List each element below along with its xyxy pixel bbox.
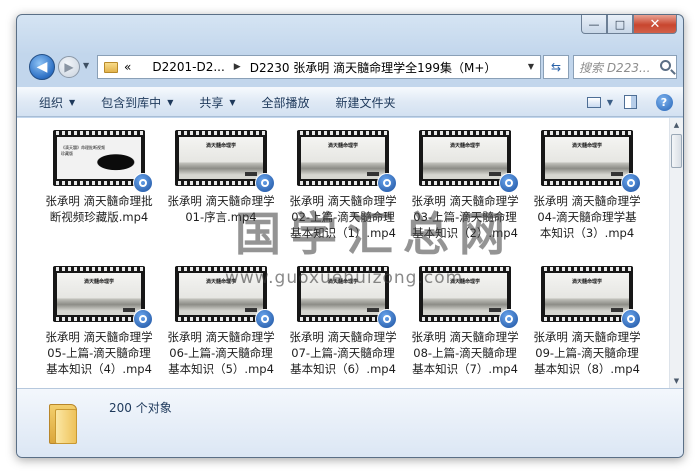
navigation-bar: ◀ ▶ ▼ « D2201-D2... ▶ D2230 张承明 滴天髓命理学全1… [17, 53, 683, 81]
share-label: 共享 [199, 95, 224, 110]
media-player-icon [621, 309, 641, 329]
search-icon[interactable] [660, 60, 671, 71]
minimize-button[interactable]: — [581, 15, 607, 34]
media-player-icon [499, 309, 519, 329]
play-all-button[interactable]: 全部播放 [262, 94, 310, 111]
share-menu[interactable]: 共享 ▼ [199, 94, 235, 111]
breadcrumb-chevron-icon[interactable]: ▶ [234, 62, 241, 72]
folder-icon [49, 404, 77, 444]
back-button[interactable]: ◀ [29, 54, 55, 80]
file-item[interactable]: 滴天髓命理学 张承明 滴天髓命理学09-上篇-滴天髓命理基本知识（8）.mp4 [533, 266, 641, 377]
caption-buttons: — □ ✕ [581, 15, 677, 34]
media-player-icon [255, 309, 275, 329]
watermark-url: www.guoxuehuizong.com [225, 268, 464, 288]
file-item[interactable]: 滴天髓命理学 张承明 滴天髓命理学04-滴天髓命理学基本知识（3）.mp4 [533, 130, 641, 241]
video-thumbnail: 滴天髓命理学 [541, 130, 641, 193]
file-list: 《滴天髓》命理批断视频珍藏版 张承明 滴天髓命理批断视频珍藏版.mp4 滴天髓命… [17, 118, 671, 388]
thumbnail-text: 滴天髓命理学 [327, 143, 358, 149]
play-all-label: 全部播放 [261, 95, 310, 110]
file-name: 张承明 滴天髓命理学09-上篇-滴天髓命理基本知识（8）.mp4 [533, 330, 641, 376]
video-thumbnail: 滴天髓命理学 [541, 266, 641, 329]
file-item[interactable]: 《滴天髓》命理批断视频珍藏版 张承明 滴天髓命理批断视频珍藏版.mp4 [45, 130, 153, 225]
media-player-icon [255, 173, 275, 193]
organize-label: 组织 [39, 95, 64, 110]
command-bar: 组织 ▼ 包含到库中 ▼ 共享 ▼ 全部播放 新建文件夹 ▼ ? [17, 87, 683, 117]
forward-button[interactable]: ▶ [58, 56, 80, 78]
media-player-icon [133, 309, 153, 329]
explorer-window: — □ ✕ ◀ ▶ ▼ « D2201-D2... ▶ D2230 张承明 滴天… [16, 14, 684, 458]
scrollbar-thumb[interactable] [671, 134, 682, 168]
preview-pane-button[interactable] [615, 95, 645, 109]
view-icon [586, 96, 601, 108]
file-name: 张承明 滴天髓命理学04-滴天髓命理学基本知识（3）.mp4 [533, 194, 641, 240]
search-box[interactable]: 搜索 D223... [573, 55, 677, 79]
media-player-icon [133, 173, 153, 193]
video-thumbnail: 滴天髓命理学 [419, 130, 519, 193]
thumbnail-text: 滴天髓命理学 [205, 143, 236, 149]
refresh-button[interactable]: ⇆ [543, 55, 569, 79]
scroll-down-icon[interactable]: ▼ [670, 374, 683, 388]
media-player-icon [377, 173, 397, 193]
media-player-icon [499, 173, 519, 193]
include-in-library-menu[interactable]: 包含到库中 ▼ [101, 94, 173, 111]
thumbnail-text: 滴天髓命理学 [449, 143, 480, 149]
change-view-button[interactable]: ▼ [585, 96, 615, 108]
thumbnail-text: 滴天髓命理学 [571, 279, 602, 285]
breadcrumb-overflow[interactable]: « [124, 60, 131, 74]
file-name: 张承明 滴天髓命理批断视频珍藏版.mp4 [45, 194, 153, 224]
media-player-icon [621, 173, 641, 193]
breadcrumb-current[interactable]: D2230 张承明 滴天髓命理学全199集（M+） [250, 59, 497, 76]
preview-pane-icon [623, 95, 637, 109]
file-name: 张承明 滴天髓命理学07-上篇-滴天髓命理基本知识（6）.mp4 [289, 330, 397, 376]
watermark-text: 国学汇总网 [235, 207, 515, 261]
thumbnail-text: 滴天髓命理学 [83, 279, 114, 285]
thumbnail-text: 滴天髓命理学 [571, 143, 602, 149]
file-name: 张承明 滴天髓命理学05-上篇-滴天髓命理基本知识（4）.mp4 [45, 330, 153, 376]
thumbnail-text: 《滴天髓》命理批断视频珍藏版 [61, 145, 105, 156]
video-thumbnail: 滴天髓命理学 [297, 130, 397, 193]
chevron-down-icon: ▼ [167, 97, 174, 107]
file-name: 张承明 滴天髓命理学08-上篇-滴天髓命理基本知识（7）.mp4 [411, 330, 519, 376]
organize-menu[interactable]: 组织 ▼ [39, 94, 75, 111]
chevron-down-icon: ▼ [229, 97, 236, 107]
new-folder-label: 新建文件夹 [335, 95, 396, 110]
scroll-up-icon[interactable]: ▲ [670, 118, 683, 132]
vertical-scrollbar[interactable]: ▲ ▼ [669, 118, 683, 388]
new-folder-button[interactable]: 新建文件夹 [336, 94, 396, 111]
file-name: 张承明 滴天髓命理学06-上篇-滴天髓命理基本知识（5）.mp4 [167, 330, 275, 376]
chevron-down-icon: ▼ [69, 97, 76, 107]
help-icon: ? [655, 93, 673, 111]
video-thumbnail: 《滴天髓》命理批断视频珍藏版 [53, 130, 153, 193]
folder-icon [104, 61, 118, 73]
search-input[interactable]: 搜索 D223... [579, 59, 657, 76]
address-dropdown-icon[interactable]: ▼ [528, 62, 534, 71]
recent-pages-dropdown-icon[interactable]: ▼ [83, 61, 89, 70]
video-thumbnail: 滴天髓命理学 [175, 130, 275, 193]
maximize-button[interactable]: □ [607, 15, 633, 34]
help-button[interactable]: ? [645, 93, 683, 111]
address-bar[interactable]: « D2201-D2... ▶ D2230 张承明 滴天髓命理学全199集（M+… [97, 55, 541, 79]
video-thumbnail: 滴天髓命理学 [53, 266, 153, 329]
chevron-down-icon[interactable]: ▼ [607, 98, 613, 107]
breadcrumb-item[interactable]: D2201-D2... [152, 60, 224, 74]
details-pane: 200 个对象 [17, 388, 683, 457]
item-count: 200 个对象 [109, 401, 172, 415]
close-button[interactable]: ✕ [633, 15, 677, 34]
media-player-icon [377, 309, 397, 329]
include-in-library-label: 包含到库中 [101, 95, 162, 110]
file-item[interactable]: 滴天髓命理学 张承明 滴天髓命理学05-上篇-滴天髓命理基本知识（4）.mp4 [45, 266, 153, 377]
